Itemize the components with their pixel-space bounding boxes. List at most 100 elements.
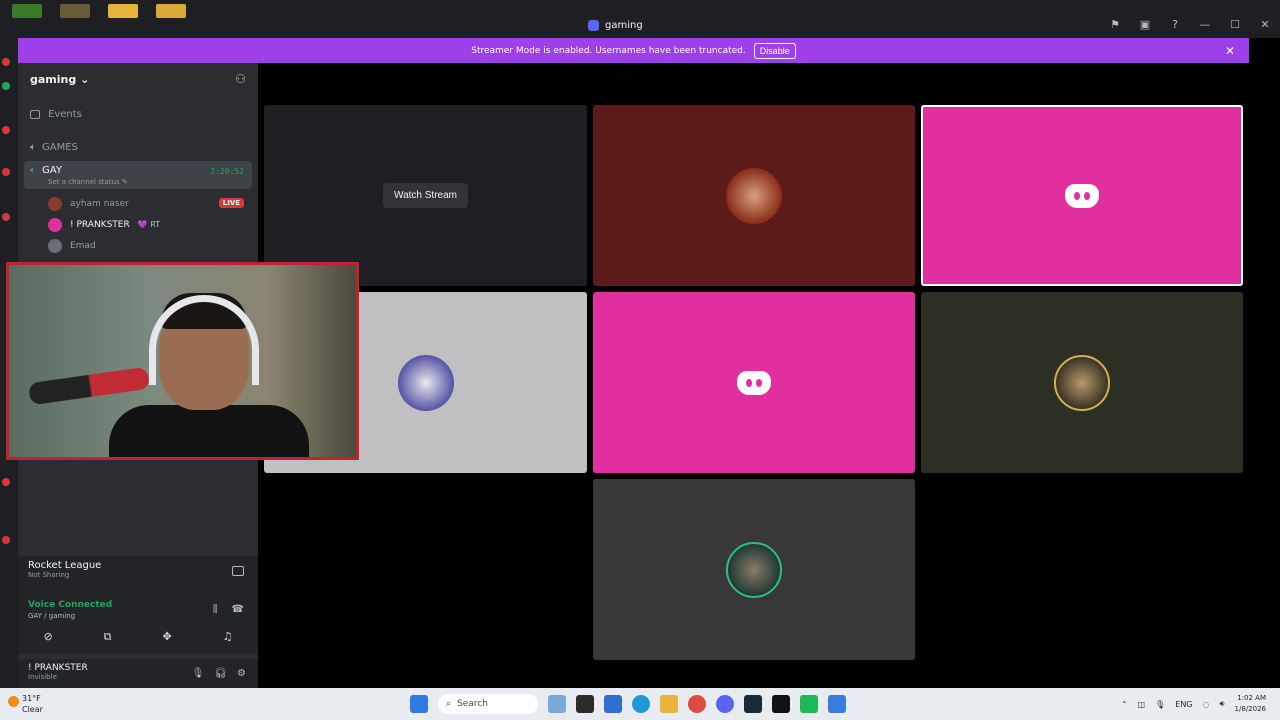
watch-stream-button[interactable]: Watch Stream — [383, 183, 468, 208]
voice-member[interactable]: ! PRANKSTER 💜 RT — [48, 214, 258, 235]
server-header[interactable]: gaming ⌄ ⚇ — [18, 63, 258, 95]
screen-icon[interactable]: ▣ — [1138, 18, 1152, 31]
streamer-mode-banner: Streamer Mode is enabled. Usernames have… — [18, 38, 1249, 63]
voice-member[interactable]: ayham naser LIVE — [48, 193, 258, 214]
nvidia-icon[interactable] — [12, 4, 42, 18]
maximize-icon[interactable]: ☐ — [1228, 18, 1242, 31]
notification-dot[interactable] — [2, 82, 10, 90]
webcam-overlay — [6, 262, 359, 460]
member-badge: 💜 RT — [137, 220, 161, 229]
category-games[interactable]: 🔈︎ GAMES — [18, 138, 258, 157]
noise-suppression-icon[interactable]: ⫼ — [213, 604, 218, 615]
game-name: Rocket League — [28, 560, 102, 571]
notification-dot[interactable] — [2, 168, 10, 176]
disable-button[interactable]: Disable — [753, 42, 796, 59]
system-tray: ⌃ ◫ 🎙︎ ENG ◌ 🔊︎ 1:02 AM 1/8/2026 — [1121, 693, 1266, 715]
participant-tile-speaking[interactable] — [921, 105, 1243, 286]
server-icon — [588, 20, 599, 31]
screen-share-icon[interactable]: ⧉ — [104, 630, 112, 644]
user-panel: ! PRANKSTER Invisible 🎙︎ 🎧︎ ⚙ — [18, 659, 258, 688]
participant-tile[interactable] — [921, 292, 1243, 473]
channel-status[interactable]: Set a channel status ✎ — [48, 178, 246, 186]
desktop-shortcuts — [12, 4, 186, 18]
share-screen-icon[interactable] — [232, 566, 244, 576]
windows-start-icon[interactable] — [410, 695, 428, 713]
soundboard-icon[interactable]: ♫ — [223, 630, 233, 644]
calendar-icon — [30, 110, 40, 119]
windows-taskbar: 31°F Clear ⌕ Search ⌃ ◫ 🎙︎ ENG ◌ 🔊︎ 1:02… — [0, 688, 1280, 720]
activity-panel: Rocket League Not Sharing — [18, 556, 258, 592]
store-icon[interactable] — [604, 695, 622, 713]
task-view-icon[interactable] — [576, 695, 594, 713]
window-controls: ⚑ ▣ ? — ☐ ✕ — [1108, 18, 1272, 31]
sharing-status: Not Sharing — [28, 571, 70, 579]
mic-tray-icon[interactable]: 🎙︎ — [1155, 700, 1165, 709]
network-icon[interactable]: ◫ — [1138, 700, 1146, 709]
camera-off-icon[interactable]: ⊘ — [43, 630, 52, 644]
avatar — [397, 354, 454, 411]
avatar — [1054, 354, 1110, 411]
avatar — [48, 238, 62, 253]
app-icon[interactable] — [60, 4, 90, 18]
participant-tile[interactable] — [593, 105, 915, 286]
microphone-icon[interactable]: 🎙︎ — [192, 668, 205, 679]
voice-connected-panel: Voice Connected GAY / gaming ⫼ ☎ ⊘ ⧉ ✥ ♫ — [18, 592, 258, 654]
clock[interactable]: 1:02 AM 1/8/2026 — [1235, 693, 1266, 715]
notification-dot[interactable] — [2, 213, 10, 221]
edge-icon[interactable] — [632, 695, 650, 713]
app-icon[interactable] — [548, 695, 566, 713]
folder-icon[interactable] — [156, 4, 186, 18]
banner-text: Streamer Mode is enabled. Usernames have… — [471, 45, 746, 56]
activities-icon[interactable]: ✥ — [162, 630, 171, 644]
rocket-league-icon[interactable] — [828, 695, 846, 713]
minimize-icon[interactable]: — — [1198, 18, 1212, 31]
weather-icon — [8, 696, 19, 707]
folder-icon[interactable] — [108, 4, 138, 18]
notification-dot[interactable] — [2, 536, 10, 544]
close-icon[interactable]: ✕ — [1225, 44, 1235, 58]
taskbar-apps: ⌕ Search — [410, 694, 846, 714]
steam-icon[interactable] — [744, 695, 762, 713]
discord-icon[interactable] — [716, 695, 734, 713]
volume-icon[interactable]: 🔊︎ — [1220, 699, 1225, 709]
avatar — [48, 217, 62, 232]
avatar — [726, 541, 782, 598]
voice-stage: Watch Stream — [258, 63, 1249, 688]
call-duration: 2:20:52 — [210, 167, 244, 176]
disconnect-icon[interactable]: ☎ — [232, 604, 244, 615]
weather-widget[interactable]: 31°F Clear — [8, 693, 43, 715]
close-icon[interactable]: ✕ — [1258, 18, 1272, 31]
add-member-icon[interactable]: ⚇ — [235, 72, 246, 86]
participant-tile[interactable] — [593, 292, 915, 473]
language-indicator[interactable]: ENG — [1175, 700, 1192, 709]
participant-tile[interactable] — [593, 479, 915, 660]
notification-dot[interactable] — [2, 478, 10, 486]
taskbar-search[interactable]: ⌕ Search — [438, 694, 538, 714]
discord-logo-icon — [1065, 183, 1099, 208]
title-bar: gaming ⚑ ▣ ? — ☐ ✕ — [0, 0, 1280, 38]
live-badge: LIVE — [218, 198, 244, 208]
chevron-up-icon[interactable]: ⌃ — [1121, 700, 1128, 709]
stream-tile[interactable]: Watch Stream — [264, 105, 587, 286]
settings-gear-icon[interactable]: ⚙ — [237, 668, 246, 679]
speaker-icon: 🔈︎ — [30, 142, 36, 153]
discord-logo-icon — [737, 370, 771, 395]
chrome-icon[interactable] — [688, 695, 706, 713]
app-icon[interactable] — [772, 695, 790, 713]
file-explorer-icon[interactable] — [660, 695, 678, 713]
help-icon[interactable]: ? — [1168, 18, 1182, 31]
notification-dot[interactable] — [2, 58, 10, 66]
voice-channel-gay[interactable]: 🔈︎ GAY Set a channel status ✎ 2:20:52 — [24, 161, 252, 189]
avatar — [48, 196, 62, 211]
flag-icon[interactable]: ⚑ — [1108, 18, 1122, 31]
speaker-icon: 🔈︎ — [30, 165, 36, 176]
events-link[interactable]: Events — [18, 105, 258, 124]
headphones-icon[interactable]: 🎧︎ — [214, 668, 227, 679]
window-title: gaming — [588, 20, 643, 31]
app-icon[interactable] — [800, 695, 818, 713]
notification-dot[interactable] — [2, 126, 10, 134]
wifi-icon[interactable]: ◌ — [1203, 700, 1210, 709]
chevron-down-icon: ⌄ — [80, 72, 90, 86]
search-icon: ⌕ — [446, 699, 452, 709]
voice-member[interactable]: Emad — [48, 235, 258, 256]
